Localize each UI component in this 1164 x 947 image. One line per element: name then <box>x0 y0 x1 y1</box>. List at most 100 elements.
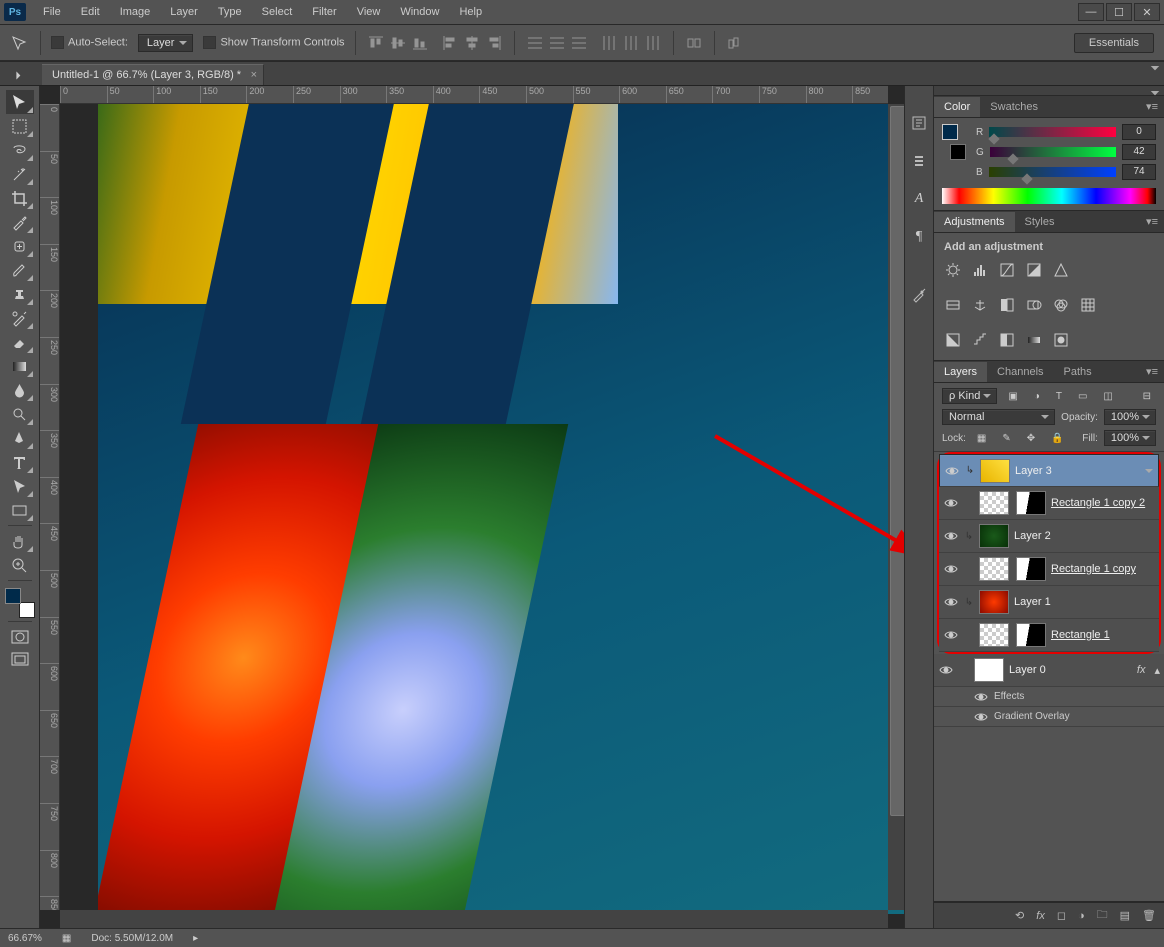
screen-mode-icon[interactable] <box>8 649 32 669</box>
path-selection-tool[interactable] <box>6 474 34 498</box>
dist-right-icon[interactable] <box>643 33 663 53</box>
photo-filter-icon[interactable] <box>1025 296 1043 313</box>
layer-row[interactable]: Layer 0fx▴ <box>934 654 1164 687</box>
zoom-level[interactable]: 66.67% <box>8 933 42 944</box>
dist-left-icon[interactable] <box>599 33 619 53</box>
marquee-tool[interactable] <box>6 114 34 138</box>
toolbar-collapse-icon[interactable]: ⏵ <box>6 67 30 85</box>
paths-tab[interactable]: Paths <box>1054 362 1102 382</box>
character-panel-icon[interactable]: A <box>910 190 928 208</box>
color-spectrum[interactable] <box>942 188 1156 204</box>
new-layer-icon[interactable]: ▤ <box>1120 909 1130 922</box>
color-swatch-fgbg[interactable] <box>942 124 966 160</box>
layer-row[interactable]: ↳Layer 1 <box>939 586 1159 619</box>
layer-name[interactable]: Rectangle 1 copy 2 <box>1051 497 1155 509</box>
visibility-toggle-icon[interactable] <box>943 627 959 643</box>
color-balance-icon[interactable] <box>971 296 989 313</box>
ruler-vertical[interactable]: 0501001502002503003504004505005506006507… <box>40 104 60 910</box>
lock-all-icon[interactable]: 🔒 <box>1046 432 1068 445</box>
minimize-button[interactable]: — <box>1078 3 1104 21</box>
menu-image[interactable]: Image <box>111 3 160 21</box>
menu-window[interactable]: Window <box>391 3 448 21</box>
vibrance-icon[interactable] <box>1052 261 1070 278</box>
menu-file[interactable]: File <box>34 3 70 21</box>
align-bottom-icon[interactable] <box>410 33 430 53</box>
layer-row[interactable]: Rectangle 1 <box>939 619 1159 652</box>
color-g-slider[interactable] <box>990 147 1116 157</box>
history-panel-icon[interactable] <box>910 114 928 132</box>
swatches-tab[interactable]: Swatches <box>980 97 1048 117</box>
new-adjustment-layer-icon[interactable]: ◑ <box>1078 910 1085 922</box>
posterize-icon[interactable] <box>971 331 989 348</box>
color-lookup-icon[interactable] <box>1079 296 1097 313</box>
layer-name[interactable]: Rectangle 1 <box>1051 629 1155 641</box>
menu-layer[interactable]: Layer <box>161 3 207 21</box>
workspace-button[interactable]: Essentials <box>1074 33 1154 53</box>
layer-row[interactable]: ↳Layer 3 <box>939 454 1159 487</box>
show-transform-checkbox[interactable]: Show Transform Controls <box>203 36 344 49</box>
layer-effect-item[interactable]: Gradient Overlay <box>934 707 1164 727</box>
black-white-icon[interactable] <box>998 296 1016 313</box>
hue-sat-icon[interactable] <box>944 296 962 313</box>
menu-view[interactable]: View <box>348 3 390 21</box>
delete-layer-icon[interactable]: 🗑 <box>1142 909 1156 922</box>
lasso-tool[interactable] <box>6 138 34 162</box>
layer-name[interactable]: Rectangle 1 copy <box>1051 563 1155 575</box>
filter-pixel-icon[interactable]: ▣ <box>1003 390 1022 403</box>
gradient-map-icon[interactable] <box>1025 331 1043 348</box>
adjustments-tab[interactable]: Adjustments <box>934 212 1015 232</box>
menu-edit[interactable]: Edit <box>72 3 109 21</box>
lock-transparency-icon[interactable]: ▦ <box>972 432 991 445</box>
status-flyout-icon[interactable]: ▸ <box>193 933 198 944</box>
layer-row[interactable]: Rectangle 1 copy <box>939 553 1159 586</box>
history-brush-tool[interactable] <box>6 306 34 330</box>
selective-color-icon[interactable] <box>1052 331 1070 348</box>
lock-pixels-icon[interactable]: ✎ <box>997 432 1015 445</box>
exposure-icon[interactable] <box>1025 261 1043 278</box>
dist-bottom-icon[interactable] <box>569 33 589 53</box>
brightness-contrast-icon[interactable] <box>944 261 962 278</box>
visibility-toggle-icon[interactable] <box>943 528 959 544</box>
maximize-button[interactable]: ☐ <box>1106 3 1132 21</box>
dist-hcenter-icon[interactable] <box>621 33 641 53</box>
visibility-toggle-icon[interactable] <box>943 594 959 610</box>
layer-name[interactable]: Layer 3 <box>1015 465 1154 477</box>
fx-expand-icon[interactable]: ▴ <box>1154 664 1160 677</box>
visibility-toggle-icon[interactable] <box>943 561 959 577</box>
lock-position-icon[interactable]: ✥ <box>1022 432 1040 445</box>
filter-shape-icon[interactable]: ▭ <box>1073 390 1092 403</box>
auto-select-checkbox[interactable]: Auto-Select: <box>51 36 128 49</box>
layer-filter-kind-dropdown[interactable]: ρ Kind <box>942 388 997 404</box>
blur-tool[interactable] <box>6 378 34 402</box>
options-collapse-bar[interactable] <box>0 61 1164 62</box>
close-button[interactable]: ✕ <box>1134 3 1160 21</box>
menu-type[interactable]: Type <box>209 3 251 21</box>
foreground-background-color[interactable] <box>5 588 35 618</box>
auto-select-target-dropdown[interactable]: Layer <box>138 34 194 52</box>
channel-mixer-icon[interactable] <box>1052 296 1070 313</box>
threshold-icon[interactable] <box>998 331 1016 348</box>
visibility-toggle-icon[interactable] <box>974 711 988 723</box>
ruler-horizontal[interactable]: 0501001502002503003504004505005506006507… <box>60 86 888 104</box>
layer-name[interactable]: Layer 1 <box>1014 596 1155 608</box>
scrollbar-horizontal[interactable] <box>60 910 888 928</box>
auto-align-icon[interactable] <box>684 33 704 53</box>
align-left-icon[interactable] <box>440 33 460 53</box>
layer-row[interactable]: ↳Layer 2 <box>939 520 1159 553</box>
invert-icon[interactable] <box>944 331 962 348</box>
menu-filter[interactable]: Filter <box>303 3 345 21</box>
layer-row[interactable]: Rectangle 1 copy 2 <box>939 487 1159 520</box>
menu-help[interactable]: Help <box>450 3 491 21</box>
layer-mask-icon[interactable]: ◻ <box>1057 909 1066 922</box>
move-tool[interactable] <box>6 90 34 114</box>
visibility-toggle-icon[interactable] <box>943 495 959 511</box>
filter-smart-icon[interactable]: ◫ <box>1098 390 1117 403</box>
layer-name[interactable]: Layer 0 <box>1009 664 1132 676</box>
new-group-icon[interactable]: 🗀 <box>1097 906 1108 925</box>
healing-brush-tool[interactable] <box>6 234 34 258</box>
clone-stamp-tool[interactable] <box>6 282 34 306</box>
align-top-icon[interactable] <box>366 33 386 53</box>
fill-field[interactable]: 100% <box>1104 430 1156 446</box>
eyedropper-tool[interactable] <box>6 210 34 234</box>
tools-preset-icon[interactable] <box>910 286 928 304</box>
